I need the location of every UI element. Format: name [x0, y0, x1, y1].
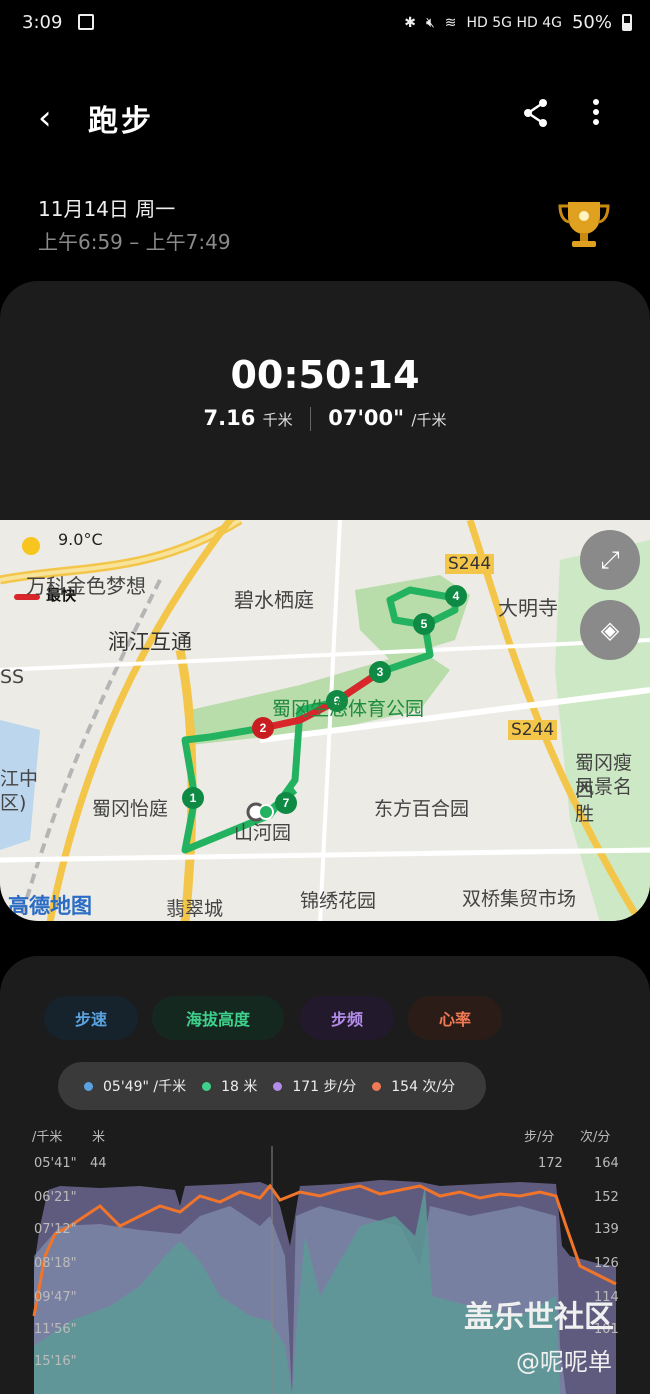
- more-options-icon[interactable]: [590, 96, 602, 128]
- pace-tick: 09'47": [34, 1290, 77, 1305]
- alt-top-tick: 44: [90, 1156, 107, 1171]
- watermark: 盖乐世社区: [464, 1300, 614, 1335]
- distance-value: 7.16: [203, 406, 256, 430]
- road-sign: S244: [445, 554, 495, 574]
- hr-tick: 126: [594, 1256, 619, 1271]
- km-marker-label: 5: [421, 617, 428, 631]
- layers-icon: ◈: [600, 616, 620, 644]
- network-indicators: HD 5G HD 4G: [466, 14, 562, 31]
- map-label: SS: [0, 666, 25, 688]
- tab-altitude[interactable]: 海拔高度: [152, 996, 284, 1040]
- cad-axis-header: 步/分: [524, 1130, 555, 1145]
- wifi-icon: ≋: [444, 14, 457, 31]
- hr-axis-header: 次/分: [580, 1130, 611, 1145]
- app-header: ‹ 跑步: [0, 80, 650, 150]
- bluetooth-icon: ✱: [404, 14, 416, 31]
- divider: [309, 407, 311, 431]
- pace-dot: [84, 1081, 93, 1091]
- km-marker-label: 7: [283, 796, 290, 810]
- pace-tick: 15'16": [34, 1354, 77, 1369]
- km-marker-label: 3: [377, 665, 384, 679]
- map-label: 风景名胜: [575, 776, 633, 825]
- sun-icon: [22, 537, 40, 555]
- tab-pace[interactable]: 步速: [44, 996, 138, 1040]
- map-label: 翡翠城: [166, 898, 224, 920]
- scenic-area: [555, 540, 650, 921]
- cadence-dot: [273, 1081, 283, 1091]
- status-icons: ✱ 🔇︎ ≋ HD 5G HD 4G 50%: [404, 12, 632, 33]
- status-time: 3:09: [22, 12, 63, 33]
- tooltip-altitude: 18 米: [221, 1079, 258, 1095]
- pace-tick: 11'56": [34, 1322, 77, 1337]
- watermark-handle: @呢呢单: [516, 1348, 612, 1376]
- map-label: 锦绣花园: [300, 890, 377, 912]
- tab-heart-rate[interactable]: 心率: [408, 996, 502, 1040]
- map-label: 东方百合园: [374, 798, 470, 820]
- hr-tick: 152: [594, 1190, 619, 1205]
- map-label: 碧水栖庭: [234, 588, 314, 612]
- map-label: 区): [0, 792, 27, 814]
- mute-icon: 🔇︎: [425, 14, 435, 31]
- back-arrow-icon[interactable]: ‹: [38, 98, 52, 138]
- route-map[interactable]: 1 2 3 4 5 6 7 9.0°C 最快 万科金色梦想 碧水栖庭 润江互通 …: [0, 520, 650, 921]
- tab-cadence[interactable]: 步频: [300, 996, 394, 1040]
- distance-unit: 千米: [262, 411, 293, 429]
- pace-tick: 08'18": [34, 1256, 77, 1271]
- trophy-icon[interactable]: [556, 196, 612, 252]
- map-label: 万科金色梦想: [26, 574, 146, 598]
- map-label: 双桥集贸市场: [462, 888, 577, 910]
- end-marker[interactable]: [258, 804, 274, 820]
- hr-tick: 164: [594, 1156, 619, 1171]
- map-label: 蜀冈生态体育公园: [272, 698, 425, 720]
- km-marker-label: 2: [260, 721, 267, 735]
- pace-value: 07'00": [328, 406, 405, 430]
- weather-temp: 9.0°C: [58, 530, 103, 549]
- alt-axis-header: 米: [92, 1130, 106, 1145]
- tooltip-pace: 05'49" /千米: [103, 1079, 187, 1095]
- road-sign: S244: [508, 720, 558, 740]
- session-time-range: 上午6:59 – 上午7:49: [38, 230, 231, 254]
- map-layers-button[interactable]: ◈: [580, 600, 640, 660]
- expand-map-button[interactable]: ⤢: [580, 530, 640, 590]
- battery-percent: 50%: [571, 12, 612, 33]
- battery-icon: [622, 14, 632, 31]
- pace-tick: 05'41": [34, 1156, 77, 1171]
- hr-tick: 139: [594, 1222, 619, 1237]
- distance-pace-row: 7.16 千米 07'00" /千米: [0, 406, 650, 431]
- duration-value: 00:50:14: [230, 353, 420, 397]
- map-label: 山河园: [234, 822, 292, 844]
- session-date: 11月14日 周一: [38, 197, 176, 221]
- status-bar: 3:09 ✱ 🔇︎ ≋ HD 5G HD 4G 50%: [0, 0, 650, 48]
- pace-tick: 07'12": [34, 1222, 77, 1237]
- road: [0, 638, 650, 672]
- tooltip-heart-rate: 154 次/分: [391, 1079, 456, 1095]
- pace-axis-header: /千米: [32, 1130, 63, 1145]
- chart-tooltip: 05'49" /千米 18 米 171 步/分 154 次/分: [58, 1062, 486, 1110]
- map-attribution: 高德地图: [8, 894, 92, 918]
- hr-dot: [372, 1081, 382, 1091]
- pace-tick: 06'21": [34, 1190, 77, 1205]
- km-marker-label: 1: [190, 791, 197, 805]
- tooltip-cadence: 171 步/分: [292, 1079, 357, 1095]
- cad-top-tick: 172: [538, 1156, 563, 1171]
- pace-unit: /千米: [411, 411, 447, 429]
- map-label: 大明寺: [498, 596, 558, 620]
- altitude-dot: [202, 1081, 212, 1091]
- share-icon[interactable]: [522, 98, 550, 128]
- map-label: 润江互通: [108, 630, 192, 654]
- page-title: 跑步: [88, 104, 154, 139]
- km-marker-label: 4: [453, 589, 460, 603]
- workout-summary-card: 00:50:14 7.16 千米 07'00" /千米 1 2 3 4 5 6 …: [0, 281, 650, 921]
- map-label: 江中: [0, 768, 39, 790]
- map-label: 蜀冈怡庭: [92, 798, 169, 820]
- expand-icon: ⤢: [600, 546, 620, 574]
- gallery-notification-icon: [78, 14, 94, 30]
